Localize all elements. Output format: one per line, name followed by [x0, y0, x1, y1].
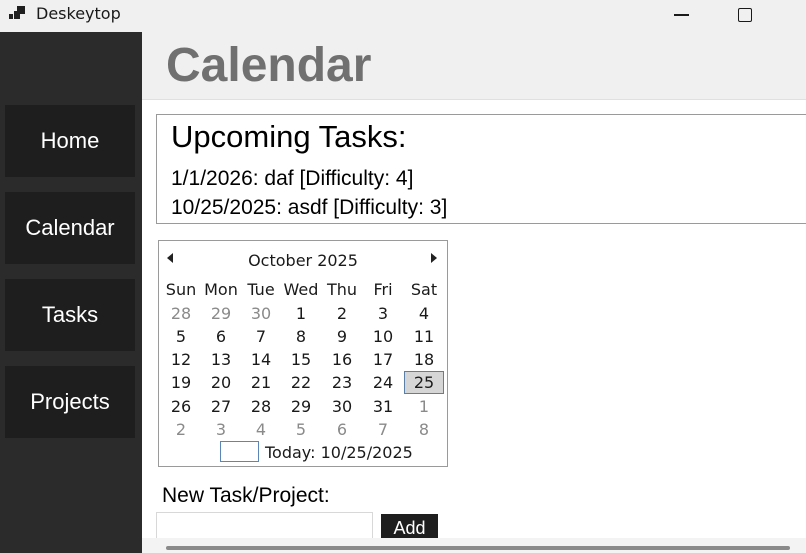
calendar-day[interactable]: 13 [201, 348, 241, 371]
weekday-header: Wed [283, 280, 319, 299]
calendar-day[interactable]: 31 [363, 395, 403, 418]
calendar-day[interactable]: 9 [322, 325, 362, 348]
calendar-day[interactable]: 10 [363, 325, 403, 348]
sidebar-item-projects[interactable]: Projects [5, 366, 135, 438]
scrollbar-thumb[interactable] [166, 546, 790, 550]
calendar-day[interactable]: 30 [322, 395, 362, 418]
calendar-day[interactable]: 22 [281, 371, 321, 394]
calendar-day[interactable]: 3 [363, 302, 403, 325]
today-indicator-box[interactable] [220, 441, 259, 462]
calendar-day[interactable]: 1 [404, 395, 444, 418]
calendar-day[interactable]: 2 [161, 418, 201, 441]
calendar-day[interactable]: 19 [161, 371, 201, 394]
calendar-day[interactable]: 1 [281, 302, 321, 325]
title-bar: Deskeytop [0, 0, 806, 32]
weekday-header: Sat [410, 280, 438, 299]
weekday-header: Sun [165, 280, 197, 299]
calendar-day[interactable]: 20 [201, 371, 241, 394]
calendar-day[interactable]: 30 [241, 302, 281, 325]
new-task-label: New Task/Project: [162, 484, 330, 507]
month-calendar[interactable]: October 2025 Today: 10/25/2025 Sun Mon Tue… [158, 240, 448, 467]
calendar-day[interactable]: 8 [281, 325, 321, 348]
calendar-day[interactable]: 5 [161, 325, 201, 348]
app-logo-icon [8, 4, 26, 22]
calendar-day[interactable]: 25 [404, 371, 444, 394]
sidebar: Home Calendar Tasks Projects [0, 32, 142, 553]
minimize-icon [673, 14, 689, 16]
weekday-header: Fri [373, 280, 393, 299]
calendar-day[interactable]: 28 [161, 302, 201, 325]
upcoming-task-item: 1/1/2026: daf [Difficulty: 4] [171, 167, 414, 190]
calendar-day[interactable]: 8 [404, 418, 444, 441]
maximize-button[interactable] [722, 0, 768, 30]
calendar-day[interactable]: 16 [322, 348, 362, 371]
calendar-day[interactable]: 5 [281, 418, 321, 441]
calendar-day[interactable]: 6 [322, 418, 362, 441]
upcoming-task-item: 10/25/2025: asdf [Difficulty: 3] [171, 196, 448, 219]
sidebar-item-home[interactable]: Home [5, 105, 135, 177]
window-title: Deskeytop [36, 4, 121, 23]
calendar-day[interactable]: 17 [363, 348, 403, 371]
calendar-day[interactable]: 3 [201, 418, 241, 441]
page-title: Calendar [166, 39, 372, 92]
weekday-header: Thu [326, 280, 358, 299]
upcoming-tasks-title: Upcoming Tasks: [171, 119, 407, 154]
calendar-day[interactable]: 4 [404, 302, 444, 325]
next-month-arrow-icon[interactable] [431, 253, 437, 263]
calendar-day[interactable]: 14 [241, 348, 281, 371]
calendar-day[interactable]: 28 [241, 395, 281, 418]
calendar-day[interactable]: 26 [161, 395, 201, 418]
calendar-day[interactable]: 21 [241, 371, 281, 394]
upcoming-tasks-panel: Upcoming Tasks: 1/1/2026: daf [Difficult… [156, 114, 806, 224]
maximize-icon [738, 8, 752, 22]
minimize-button[interactable] [658, 0, 704, 30]
calendar-day[interactable]: 18 [404, 348, 444, 371]
calendar-day[interactable]: 23 [322, 371, 362, 394]
calendar-day[interactable]: 7 [363, 418, 403, 441]
sidebar-item-calendar[interactable]: Calendar [5, 192, 135, 264]
calendar-day[interactable]: 29 [281, 395, 321, 418]
sidebar-item-tasks[interactable]: Tasks [5, 279, 135, 351]
calendar-day[interactable]: 27 [201, 395, 241, 418]
weekday-header: Mon [204, 280, 238, 299]
calendar-day[interactable]: 6 [201, 325, 241, 348]
calendar-month-label[interactable]: October 2025 [159, 251, 447, 270]
calendar-today-label[interactable]: Today: 10/25/2025 [265, 443, 413, 462]
calendar-day[interactable]: 11 [404, 325, 444, 348]
calendar-day[interactable]: 15 [281, 348, 321, 371]
calendar-day[interactable]: 2 [322, 302, 362, 325]
calendar-day[interactable]: 12 [161, 348, 201, 371]
calendar-day[interactable]: 7 [241, 325, 281, 348]
calendar-day[interactable]: 4 [241, 418, 281, 441]
weekday-header: Tue [247, 280, 275, 299]
calendar-day[interactable]: 24 [363, 371, 403, 394]
page-header: Calendar [142, 32, 806, 100]
calendar-day[interactable]: 29 [201, 302, 241, 325]
horizontal-scrollbar[interactable] [142, 538, 806, 553]
add-button[interactable]: Add [381, 514, 438, 540]
